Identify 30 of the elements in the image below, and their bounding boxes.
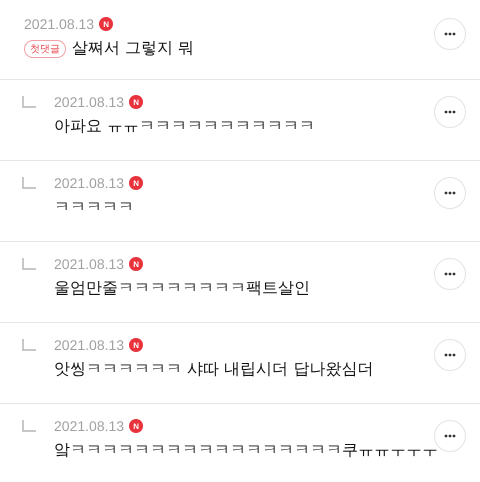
more-icon — [444, 272, 456, 276]
new-badge: N — [129, 95, 144, 109]
comment-date: 2021.08.13 — [54, 337, 124, 353]
more-button[interactable] — [434, 258, 466, 290]
comment-date: 2021.08.13 — [54, 94, 124, 110]
new-badge: N — [129, 419, 144, 433]
comment-text: 살쪄서 그렇지 뭐 — [72, 38, 194, 59]
comment-text: 아파요 ㅠㅠㅋㅋㅋㅋㅋㅋㅋㅋㅋㅋㅋ — [54, 116, 316, 137]
new-badge: N — [129, 338, 144, 352]
comment-text: 앜ㅋㅋㅋㅋㅋㅋㅋㅋㅋㅋㅋㅋㅋㅋㅋㅋㅋ쿠ㅠㅠㅜㅜㅜ — [54, 440, 438, 461]
more-icon — [444, 434, 456, 438]
comment-text: ㅋㅋㅋㅋㅋ — [54, 197, 134, 218]
comment-date: 2021.08.13 — [54, 175, 124, 191]
more-button[interactable] — [434, 177, 466, 209]
comment-text: 울엄만줄ㅋㅋㅋㅋㅋㅋㅋㅋ팩트살인 — [54, 278, 310, 299]
more-button[interactable] — [434, 18, 466, 50]
comment-date: 2021.08.13 — [24, 16, 94, 32]
more-button[interactable] — [434, 96, 466, 128]
comment-date: 2021.08.13 — [54, 418, 124, 434]
new-badge: N — [129, 257, 144, 271]
new-badge: N — [99, 17, 114, 31]
more-icon — [444, 110, 456, 114]
first-comment-tag: 첫댓글 — [24, 40, 66, 58]
more-icon — [444, 32, 456, 36]
more-icon — [444, 353, 456, 357]
new-badge: N — [129, 176, 144, 190]
comment-date: 2021.08.13 — [54, 256, 124, 272]
comment-text: 앗씽ㅋㅋㅋㅋㅋㅋ 샤따 내립시더 답나왔심더 — [54, 359, 374, 380]
more-icon — [444, 191, 456, 195]
more-button[interactable] — [434, 339, 466, 371]
